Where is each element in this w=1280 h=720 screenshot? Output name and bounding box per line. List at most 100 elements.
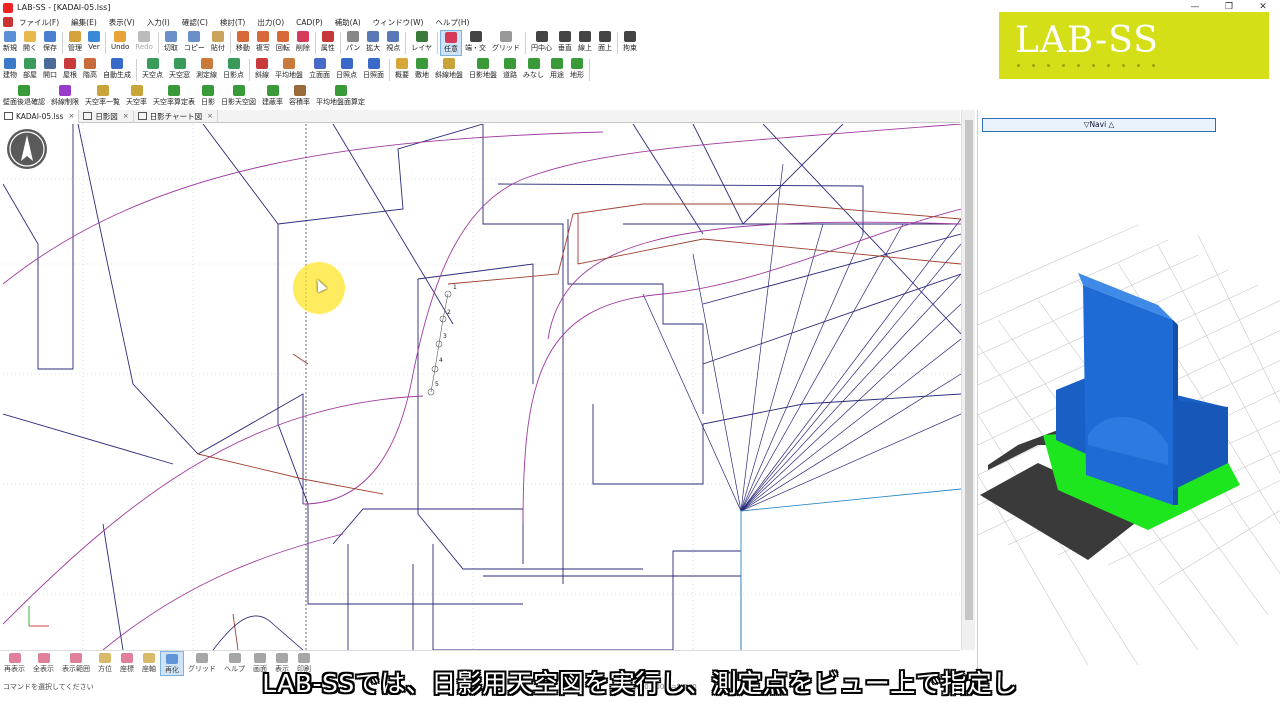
toolbar1-button-22[interactable]: 円中心 xyxy=(528,30,555,56)
toolbar1-button-24[interactable]: 線上 xyxy=(575,30,595,56)
toolbar3-button-6[interactable]: 日影天空図 xyxy=(218,84,259,110)
toolbar3-button-9[interactable]: 平均地盤面算定 xyxy=(313,84,368,110)
menu-item-1[interactable]: 編集(E) xyxy=(65,17,103,28)
toolbar2-label-17: 斜線地盤 xyxy=(435,71,463,79)
toolbar1-button-13[interactable]: 削除 xyxy=(293,30,313,56)
toolbar2-button-9[interactable]: 日影点 xyxy=(220,57,247,83)
toolbar1-button-20[interactable]: 端・交 xyxy=(462,30,489,56)
toolbar2-button-15[interactable]: 概要 xyxy=(392,57,412,83)
tab-close-icon[interactable]: × xyxy=(123,112,129,120)
toolbar3-button-5[interactable]: 日影 xyxy=(198,84,218,110)
toolbar1-button-2[interactable]: 保存 xyxy=(40,30,60,56)
toolbar3-button-7[interactable]: 建蔽率 xyxy=(259,84,286,110)
toolbar1-button-5[interactable]: Undo xyxy=(108,30,132,56)
toolbar2-button-20[interactable]: みなし xyxy=(520,57,547,83)
toolbar1-icon-9 xyxy=(211,31,224,42)
toolbar1-button-25[interactable]: 面上 xyxy=(595,30,615,56)
toolbar1-button-1[interactable]: 開く xyxy=(20,30,40,56)
menu-item-7[interactable]: CAD(P) xyxy=(290,18,329,27)
toolbar2-icon-15 xyxy=(396,58,408,69)
tab-close-icon[interactable]: × xyxy=(207,112,213,120)
toolbar1-button-23[interactable]: 垂直 xyxy=(555,30,575,56)
north-compass-icon[interactable] xyxy=(7,129,47,169)
toolbar1-button-18[interactable]: レイヤ xyxy=(408,30,435,56)
toolbar-separator xyxy=(136,59,137,81)
toolbar1-button-8[interactable]: コピー xyxy=(181,30,208,56)
toolbar2-button-16[interactable]: 敷地 xyxy=(412,57,432,83)
toolbar2-button-12[interactable]: 立面面 xyxy=(306,57,333,83)
3d-building-view[interactable] xyxy=(978,145,1280,665)
toolbar1-button-19[interactable]: 任意 xyxy=(440,30,463,56)
toolbar2-label-2: 開口 xyxy=(43,71,57,79)
toolbar2-button-7[interactable]: 天空窓 xyxy=(166,57,193,83)
toolbar1-icon-16 xyxy=(367,31,380,42)
menu-item-0[interactable]: ファイル(F) xyxy=(13,17,65,28)
marker-label-2: 2 xyxy=(447,309,451,316)
toolbar2-button-22[interactable]: 地形 xyxy=(567,57,587,83)
toolbar1-label-20: 端・交 xyxy=(465,44,487,52)
navi-toggle-button[interactable]: ▽Navi △ xyxy=(982,118,1216,132)
toolbar2-icon-13 xyxy=(340,58,353,69)
toolbar2-button-6[interactable]: 天空点 xyxy=(139,57,166,83)
scrollbar-thumb[interactable] xyxy=(965,120,973,620)
toolbar3-icon-1 xyxy=(59,85,71,96)
toolbar1-button-21[interactable]: グリッド xyxy=(489,30,523,56)
toolbar2-button-4[interactable]: 階高 xyxy=(80,57,100,83)
menu-item-10[interactable]: ヘルプ(H) xyxy=(429,17,475,28)
toolbar3-button-1[interactable]: 斜線制限 xyxy=(48,84,82,110)
menu-item-8[interactable]: 補助(A) xyxy=(329,17,367,28)
toolbar1-button-9[interactable]: 貼付 xyxy=(208,30,228,56)
toolbar2-label-14: 日照面 xyxy=(363,71,384,79)
toolbar2-button-11[interactable]: 平均地盤 xyxy=(272,57,306,83)
menu-item-3[interactable]: 入力(I) xyxy=(141,17,176,28)
toolbar1-button-4[interactable]: Ver xyxy=(85,30,103,56)
toolbar1-button-17[interactable]: 視点 xyxy=(383,30,403,56)
toolbar-separator xyxy=(617,32,619,54)
tab-2[interactable]: 日影チャート図 × xyxy=(134,109,218,123)
menu-item-4[interactable]: 確認(C) xyxy=(176,17,214,28)
toolbar1-button-12[interactable]: 回転 xyxy=(273,30,293,56)
menu-item-9[interactable]: ウィンドウ(W) xyxy=(367,17,430,28)
tab-label: 日影図 xyxy=(95,111,118,121)
app-icon xyxy=(3,2,13,13)
toolbar2-button-2[interactable]: 開口 xyxy=(40,57,60,83)
toolbar2-button-18[interactable]: 日影地盤 xyxy=(466,57,500,83)
toolbar2-button-10[interactable]: 斜線 xyxy=(252,57,272,83)
toolbar1-button-14[interactable]: 属性 xyxy=(318,30,338,56)
toolbar2-button-3[interactable]: 屋根 xyxy=(60,57,80,83)
toolbar1-button-3[interactable]: 管理 xyxy=(65,30,85,56)
toolbar1-button-6[interactable]: Redo xyxy=(132,30,156,56)
toolbar2-button-8[interactable]: 測定線 xyxy=(193,57,220,83)
toolbar1-button-0[interactable]: 新規 xyxy=(0,30,20,56)
toolbar2-button-5[interactable]: 自動生成 xyxy=(100,57,134,83)
menu-item-2[interactable]: 表示(V) xyxy=(103,17,141,28)
toolbar2-button-19[interactable]: 道路 xyxy=(500,57,520,83)
tab-close-icon[interactable]: × xyxy=(68,112,74,120)
toolbar1-button-16[interactable]: 拡大 xyxy=(363,30,383,56)
toolbar2-button-14[interactable]: 日照面 xyxy=(360,57,387,83)
toolbar2-button-21[interactable]: 用途 xyxy=(547,57,567,83)
toolbar2-button-1[interactable]: 部屋 xyxy=(20,57,40,83)
toolbar-standard: 新規 開く 保存 管理 Ver Undo Redo 切取 コピー 貼付 移動 複写 回転 削除 属性 パン 拡大… xyxy=(0,30,641,57)
toolbar2-button-0[interactable]: 建物 xyxy=(0,57,20,83)
toolbar1-button-11[interactable]: 複写 xyxy=(253,30,273,56)
drawing-canvas[interactable]: 1 2 3 4 5 xyxy=(3,124,961,650)
toolbar3-button-8[interactable]: 容積率 xyxy=(286,84,313,110)
toolbar2-button-13[interactable]: 日照点 xyxy=(333,57,360,83)
canvas-scrollbar[interactable] xyxy=(961,110,975,650)
toolbar1-button-26[interactable]: 拘束 xyxy=(620,30,640,56)
toolbar3-button-3[interactable]: 天空率 xyxy=(123,84,150,110)
toolbar3-icon-9 xyxy=(334,85,347,96)
toolbar2-button-17[interactable]: 斜線地盤 xyxy=(432,57,466,83)
menu-item-6[interactable]: 出力(O) xyxy=(251,17,290,28)
toolbar1-button-10[interactable]: 移動 xyxy=(233,30,253,56)
toolbar3-button-4[interactable]: 天空率算定表 xyxy=(150,84,198,110)
toolbar1-button-7[interactable]: 切取 xyxy=(161,30,181,56)
menu-item-5[interactable]: 検討(T) xyxy=(214,17,251,28)
toolbar3-button-2[interactable]: 天空率一覧 xyxy=(82,84,123,110)
toolbar3-button-0[interactable]: 壁面後退確認 xyxy=(0,84,48,110)
toolbar1-label-6: Redo xyxy=(135,43,153,51)
tab-1[interactable]: 日影図 × xyxy=(79,109,134,123)
tab-0[interactable]: KADAI-05.lss × xyxy=(0,109,80,123)
toolbar1-button-15[interactable]: パン xyxy=(343,30,363,56)
